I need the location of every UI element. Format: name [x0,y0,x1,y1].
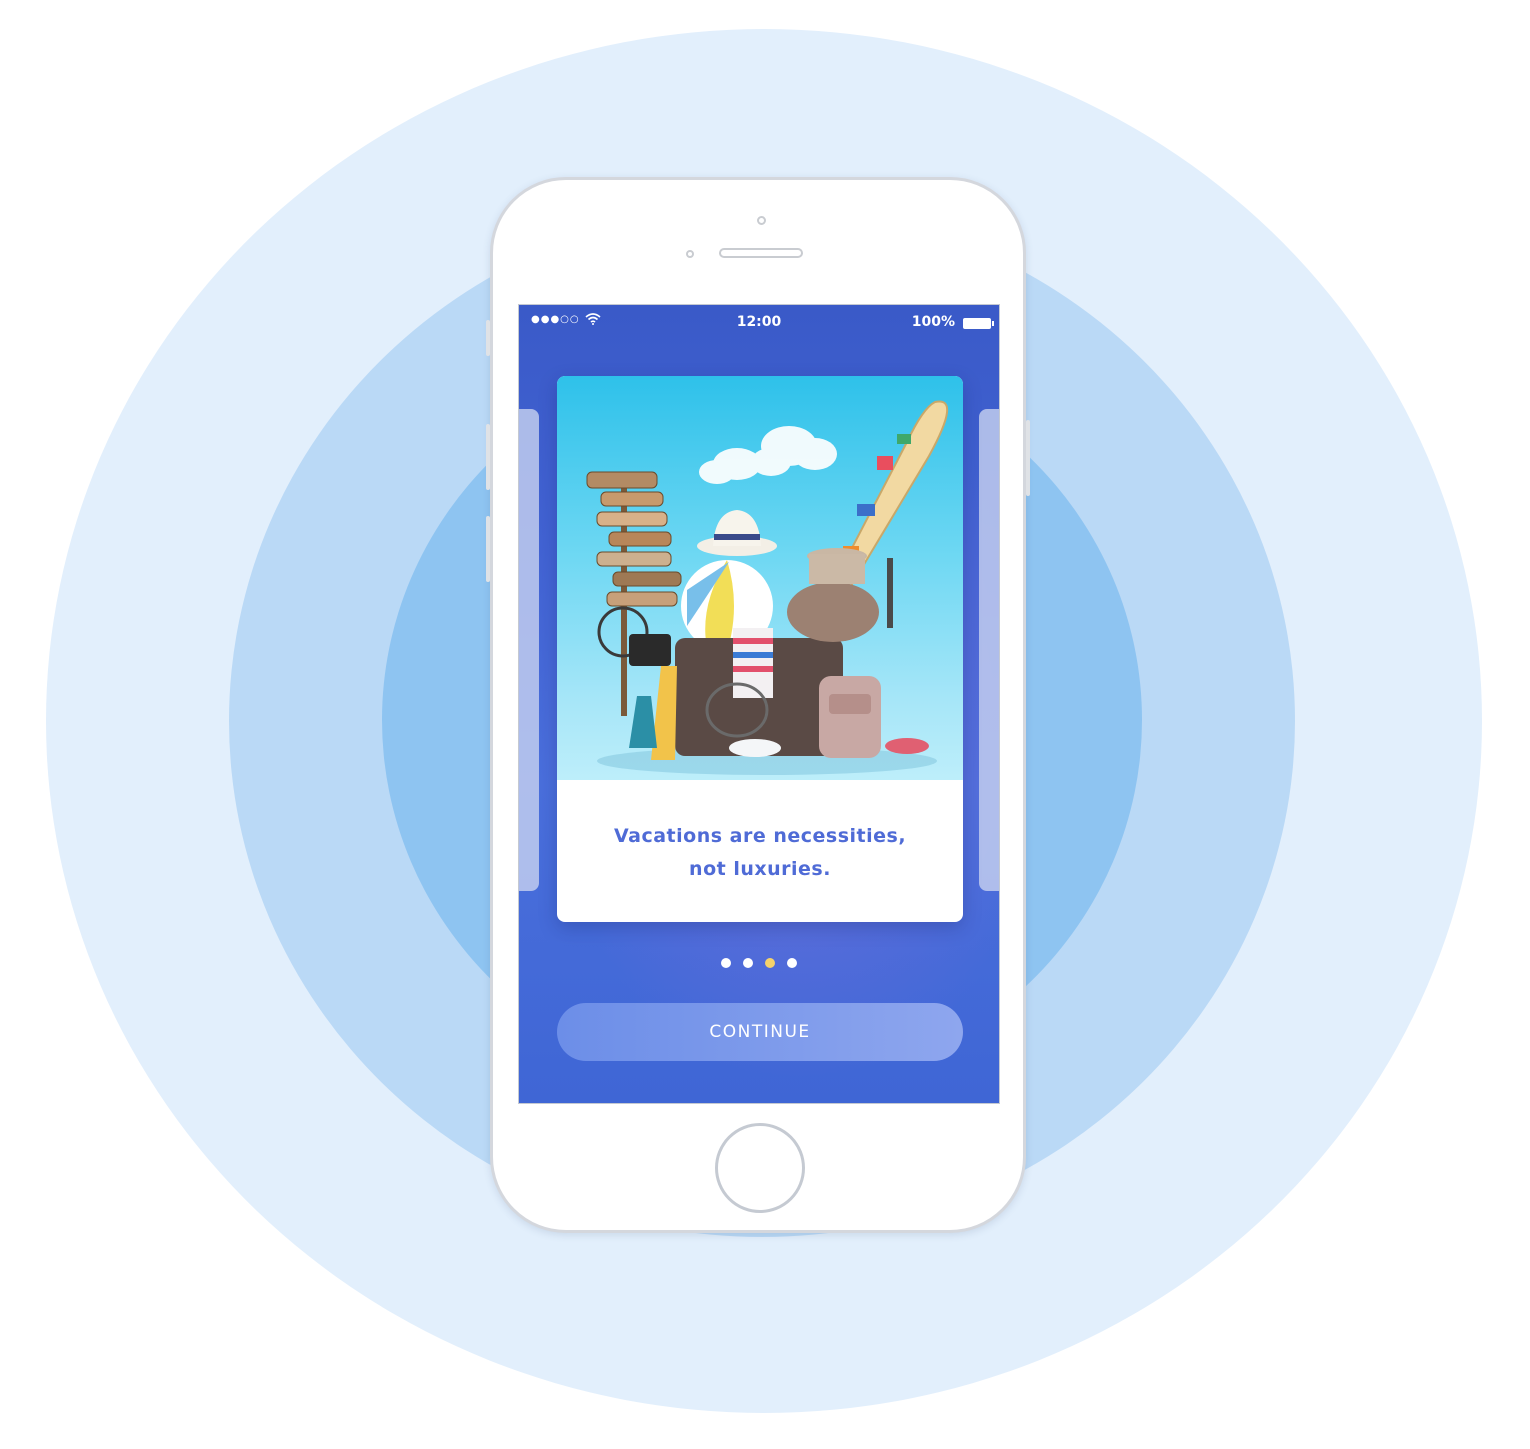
vacation-illustration-icon [586,400,948,775]
page-dot-1[interactable] [721,958,731,968]
page-dot-2[interactable] [743,958,753,968]
status-bar: ●●●○○ 12:00 100% [519,305,999,341]
earpiece-speaker [719,248,803,258]
sensor-icon [686,250,694,258]
caption-line-2: not luxuries. [689,858,831,880]
power-button [1026,420,1030,496]
onboarding-card: Vacations are necessities, not luxuries. [557,376,963,922]
next-card-peek[interactable] [979,409,999,891]
battery-icon [963,318,994,329]
page-indicator [519,958,999,968]
previous-card-peek[interactable] [519,409,539,891]
page-dot-3-active[interactable] [765,958,775,968]
page-dot-4[interactable] [787,958,797,968]
home-button[interactable] [715,1123,805,1213]
front-camera-icon [757,216,766,225]
vacation-luggage-illustration [557,376,963,780]
mute-switch [486,320,490,356]
volume-down-button [486,516,490,582]
phone-screen: ●●●○○ 12:00 100% Vacations are necessiti… [518,304,1000,1104]
continue-button[interactable]: CONTINUE [557,1003,963,1061]
onboarding-caption: Vacations are necessities, not luxuries. [557,780,963,922]
caption-line-1: Vacations are necessities, [613,825,907,847]
volume-up-button [486,424,490,490]
battery-percentage: 100% [911,314,955,330]
